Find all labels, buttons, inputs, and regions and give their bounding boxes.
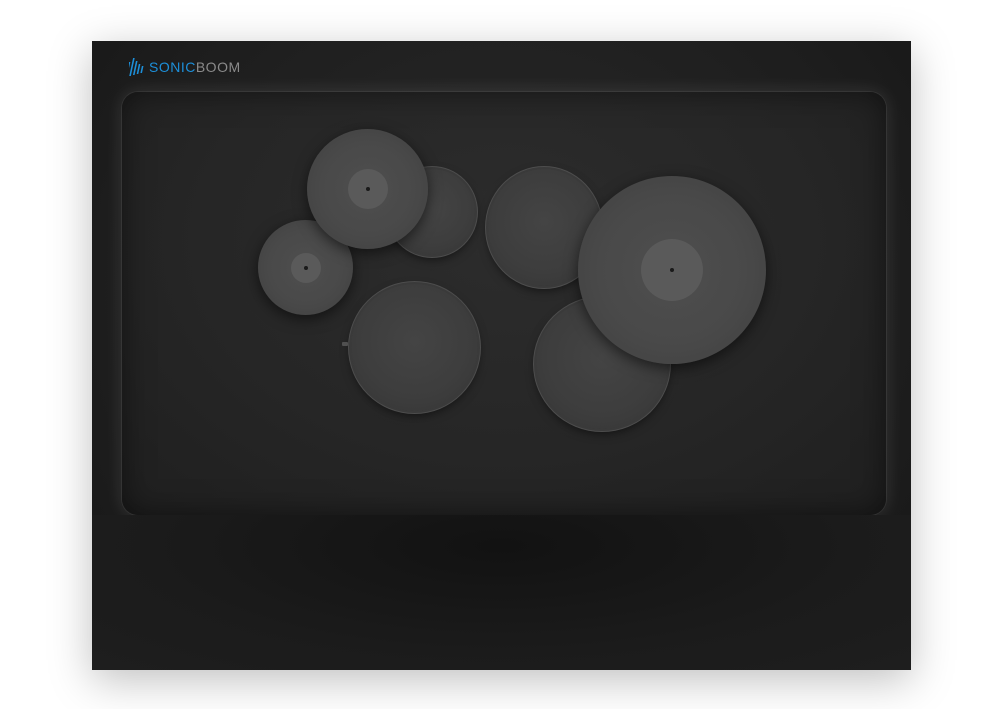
snare-pad[interactable] [342,284,478,411]
ride-center [670,268,674,272]
hi-hat-center [303,265,308,270]
crash-center [365,187,370,191]
lower-area [92,515,911,670]
logo-sonic-text: SONIC [149,59,196,75]
sonicboom-logo: SONICBOOM [129,54,241,80]
logo-boom-text: BOOM [195,59,241,75]
ride-pad[interactable] [578,176,766,364]
crash-pad[interactable] [307,129,428,249]
logo-text: SONICBOOM [149,60,241,74]
app-window: SONICBOOM [92,41,911,670]
snare-lug [342,342,348,346]
sound-bars-icon [129,58,144,76]
drum-kit-panel [122,92,886,515]
